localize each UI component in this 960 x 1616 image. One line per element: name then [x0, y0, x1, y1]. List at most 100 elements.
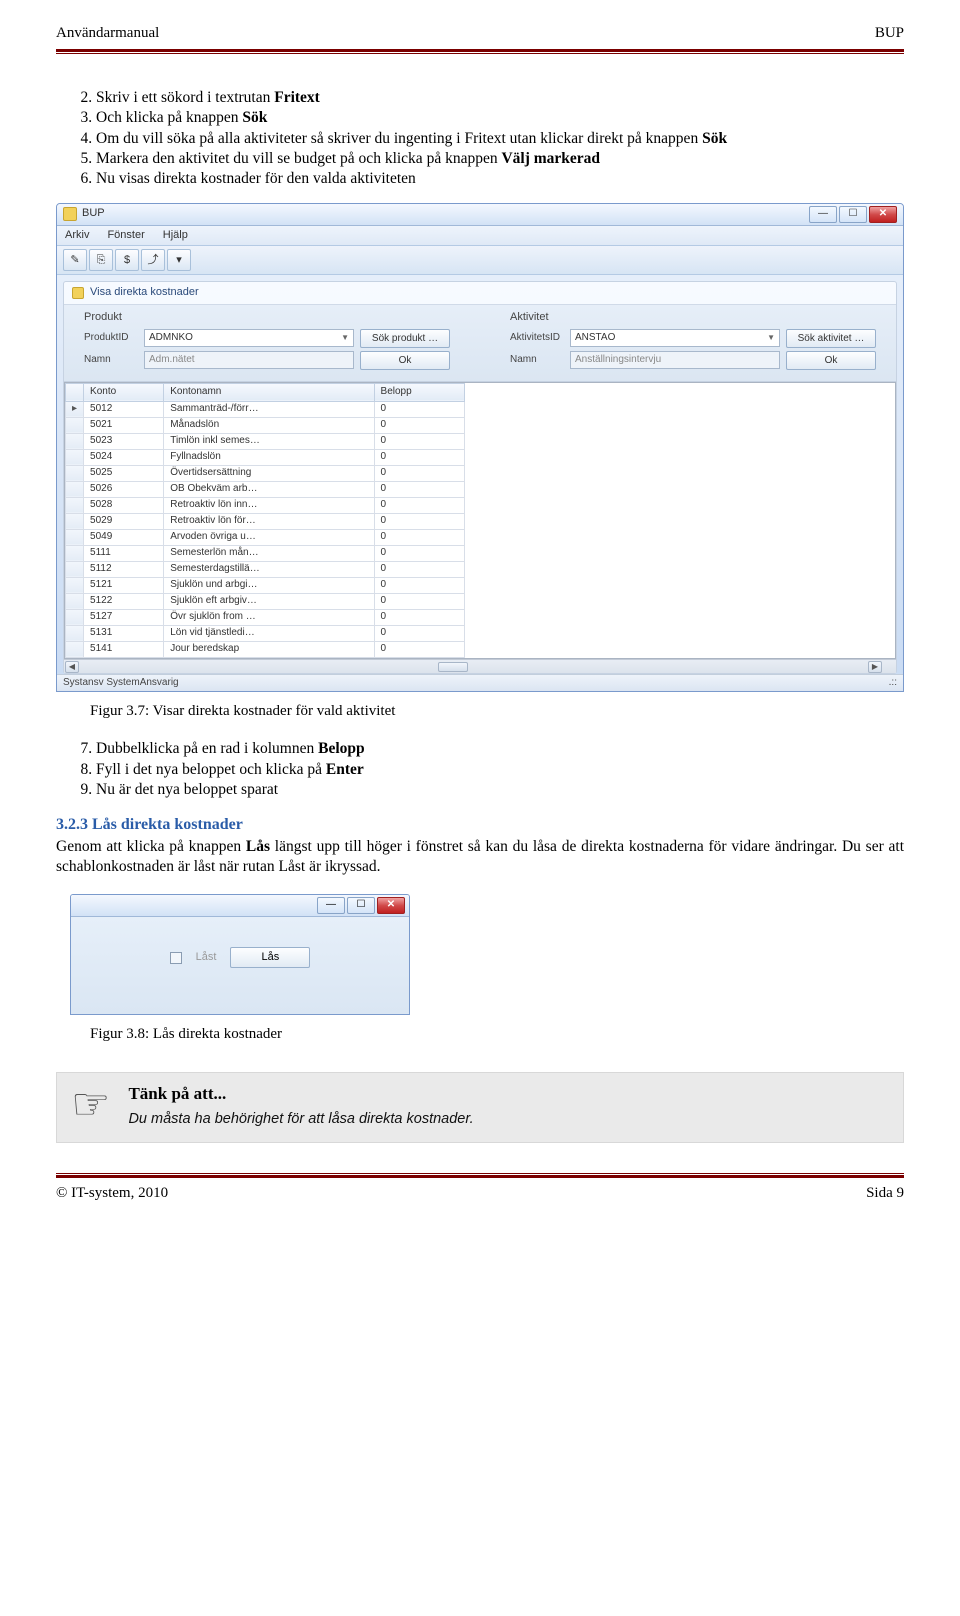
- table-cell[interactable]: Sjuklön und arbgi…: [164, 577, 374, 593]
- table-cell[interactable]: Semesterdagstillä…: [164, 561, 374, 577]
- table-row[interactable]: 5112Semesterdagstillä…0: [66, 561, 465, 577]
- table-cell[interactable]: 0: [374, 513, 464, 529]
- table-cell[interactable]: 0: [374, 481, 464, 497]
- column-header[interactable]: Kontonamn: [164, 383, 374, 401]
- table-row[interactable]: 5111Semesterlön mån…0: [66, 545, 465, 561]
- aktivitet-ok-button[interactable]: Ok: [786, 351, 876, 370]
- table-cell[interactable]: 0: [374, 609, 464, 625]
- scroll-left-icon[interactable]: ◀: [65, 661, 79, 673]
- step-list-2: Dubbelklicka på en rad i kolumnen Belopp…: [96, 739, 904, 799]
- sok-aktivitet-button[interactable]: Sök aktivitet …: [786, 329, 876, 348]
- table-cell[interactable]: Semesterlön mån…: [164, 545, 374, 561]
- minimize-button[interactable]: ―: [809, 206, 837, 223]
- table-cell[interactable]: 0: [374, 417, 464, 433]
- table-cell[interactable]: 0: [374, 561, 464, 577]
- table-cell[interactable]: 0: [374, 641, 464, 657]
- table-cell[interactable]: 5021: [84, 417, 164, 433]
- toolbar-button[interactable]: ⤴: [141, 249, 165, 271]
- toolbar-button[interactable]: $: [115, 249, 139, 271]
- close-button[interactable]: ✕: [869, 206, 897, 223]
- table-cell[interactable]: 0: [374, 593, 464, 609]
- las-button[interactable]: Lås: [230, 947, 310, 968]
- table-cell[interactable]: 5111: [84, 545, 164, 561]
- table-cell[interactable]: 5028: [84, 497, 164, 513]
- table-cell[interactable]: Månadslön: [164, 417, 374, 433]
- table-row[interactable]: 5024Fyllnadslön0: [66, 449, 465, 465]
- table-row[interactable]: 5029Retroaktiv lön för…0: [66, 513, 465, 529]
- table-cell[interactable]: 5025: [84, 465, 164, 481]
- maximize-button[interactable]: ☐: [347, 897, 375, 914]
- table-row[interactable]: 5023Timlön inkl semes…0: [66, 433, 465, 449]
- column-header[interactable]: Konto: [84, 383, 164, 401]
- table-cell[interactable]: Jour beredskap: [164, 641, 374, 657]
- table-cell[interactable]: 5049: [84, 529, 164, 545]
- close-button[interactable]: ✕: [377, 897, 405, 914]
- produktid-input[interactable]: ADMNKO▼: [144, 329, 354, 347]
- toolbar-button[interactable]: ✎: [63, 249, 87, 271]
- table-cell[interactable]: 5141: [84, 641, 164, 657]
- table-row[interactable]: 5122Sjuklön eft arbgiv…0: [66, 593, 465, 609]
- table-row[interactable]: ▸5012Sammanträd-/förr…0: [66, 401, 465, 417]
- statusbar: Systansv SystemAnsvarig .::: [57, 674, 903, 692]
- page-footer: © IT-system, 2010 Sida 9: [56, 1184, 904, 1203]
- table-cell[interactable]: Övr sjuklön from …: [164, 609, 374, 625]
- maximize-button[interactable]: ☐: [839, 206, 867, 223]
- table-row[interactable]: 5025Övertidsersättning0: [66, 465, 465, 481]
- table-cell[interactable]: 5122: [84, 593, 164, 609]
- horizontal-scrollbar[interactable]: ◀ ▶: [64, 659, 896, 673]
- table-cell[interactable]: 5131: [84, 625, 164, 641]
- column-header[interactable]: Belopp: [374, 383, 464, 401]
- table-cell[interactable]: 0: [374, 529, 464, 545]
- figure-3-7-caption: Figur 3.7: Visar direkta kostnader för v…: [90, 702, 904, 721]
- menu-item[interactable]: Hjälp: [163, 229, 188, 241]
- table-cell[interactable]: Retroaktiv lön inn…: [164, 497, 374, 513]
- table-cell[interactable]: 0: [374, 497, 464, 513]
- table-cell[interactable]: 5112: [84, 561, 164, 577]
- table-cell[interactable]: 5012: [84, 401, 164, 417]
- table-cell[interactable]: Sjuklön eft arbgiv…: [164, 593, 374, 609]
- last-checkbox[interactable]: [170, 952, 182, 964]
- aktivitetsid-input[interactable]: ANSTAO▼: [570, 329, 780, 347]
- scroll-right-icon[interactable]: ▶: [868, 661, 882, 673]
- table-cell[interactable]: 0: [374, 433, 464, 449]
- table-cell[interactable]: 0: [374, 449, 464, 465]
- produkt-ok-button[interactable]: Ok: [360, 351, 450, 370]
- table-cell[interactable]: 0: [374, 545, 464, 561]
- table-cell[interactable]: Retroaktiv lön för…: [164, 513, 374, 529]
- sok-produkt-button[interactable]: Sök produkt …: [360, 329, 450, 348]
- table-cell[interactable]: 5026: [84, 481, 164, 497]
- table-cell[interactable]: 0: [374, 625, 464, 641]
- scroll-thumb[interactable]: [438, 662, 468, 672]
- last-checkbox-label: Låst: [196, 951, 217, 965]
- menu-item[interactable]: Fönster: [107, 229, 144, 241]
- table-row[interactable]: 5021Månadslön0: [66, 417, 465, 433]
- table-cell[interactable]: Arvoden övriga u…: [164, 529, 374, 545]
- table-cell[interactable]: 5127: [84, 609, 164, 625]
- menu-item[interactable]: Arkiv: [65, 229, 89, 241]
- table-row[interactable]: 5127Övr sjuklön from …0: [66, 609, 465, 625]
- table-row[interactable]: 5141Jour beredskap0: [66, 641, 465, 657]
- table-cell[interactable]: 5029: [84, 513, 164, 529]
- toolbar-button[interactable]: ⎘: [89, 249, 113, 271]
- kostnader-grid[interactable]: KontoKontonamnBelopp▸5012Sammanträd-/för…: [64, 382, 896, 659]
- table-cell[interactable]: Timlön inkl semes…: [164, 433, 374, 449]
- table-row[interactable]: 5131Lön vid tjänstledi…0: [66, 625, 465, 641]
- table-row[interactable]: 5049Arvoden övriga u…0: [66, 529, 465, 545]
- minimize-button[interactable]: ―: [317, 897, 345, 914]
- table-row[interactable]: 5028Retroaktiv lön inn…0: [66, 497, 465, 513]
- toolbar-button[interactable]: ▾: [167, 249, 191, 271]
- table-cell[interactable]: Fyllnadslön: [164, 449, 374, 465]
- table-cell[interactable]: OB Obekväm arb…: [164, 481, 374, 497]
- table-cell[interactable]: 0: [374, 465, 464, 481]
- table-cell[interactable]: Sammanträd-/förr…: [164, 401, 374, 417]
- chevron-down-icon: ▼: [767, 333, 775, 343]
- table-cell[interactable]: 5023: [84, 433, 164, 449]
- table-cell[interactable]: 5024: [84, 449, 164, 465]
- table-row[interactable]: 5026OB Obekväm arb…0: [66, 481, 465, 497]
- table-cell[interactable]: Övertidsersättning: [164, 465, 374, 481]
- table-cell[interactable]: 5121: [84, 577, 164, 593]
- table-cell[interactable]: 0: [374, 577, 464, 593]
- table-row[interactable]: 5121Sjuklön und arbgi…0: [66, 577, 465, 593]
- table-cell[interactable]: Lön vid tjänstledi…: [164, 625, 374, 641]
- table-cell[interactable]: 0: [374, 401, 464, 417]
